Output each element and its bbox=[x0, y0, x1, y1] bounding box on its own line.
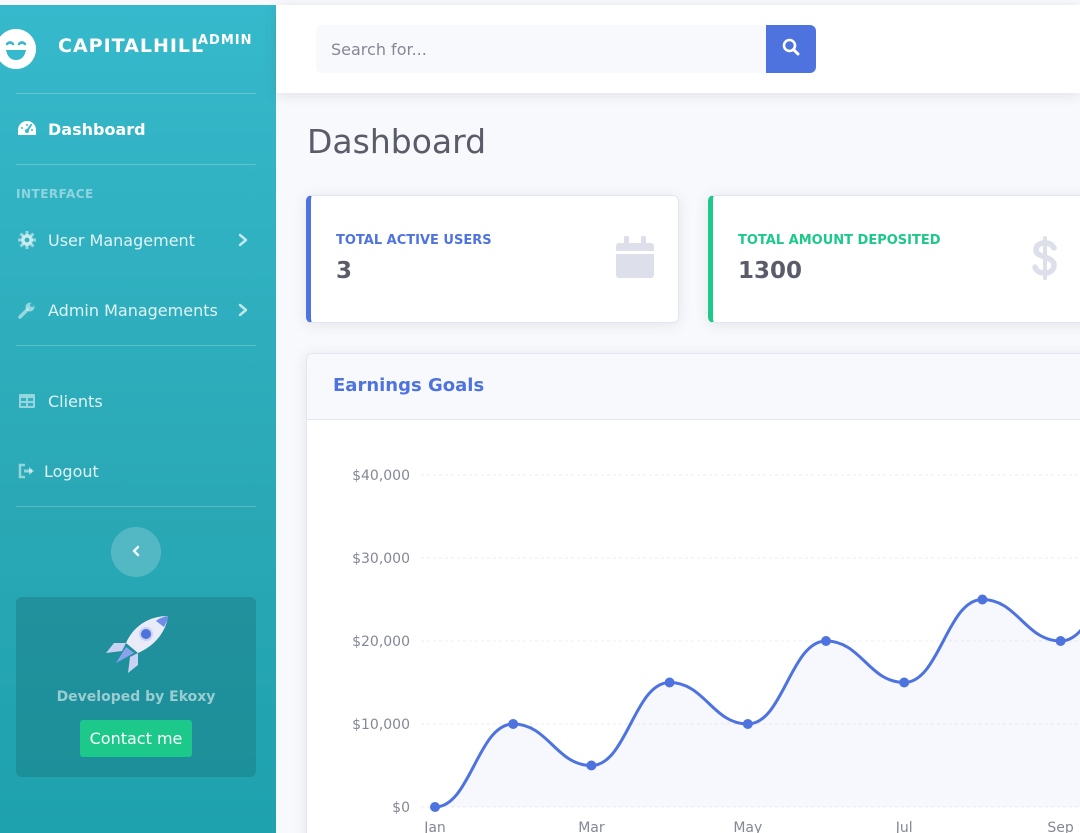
sidebar-item-label: User Management bbox=[48, 230, 195, 250]
sidebar-item-clients[interactable]: Clients bbox=[0, 381, 276, 421]
sidebar-item-label: Dashboard bbox=[48, 119, 146, 139]
wrench-icon bbox=[16, 300, 38, 320]
sidebar-item-label: Logout bbox=[44, 461, 99, 481]
sidebar-item-logout[interactable]: Logout bbox=[0, 451, 276, 491]
sidebar-divider bbox=[16, 164, 256, 165]
page-title: Dashboard bbox=[307, 122, 487, 161]
sidebar-item-label: Admin Managements bbox=[48, 300, 218, 320]
chart-point bbox=[821, 636, 831, 646]
sidebar-item-user-management[interactable]: User Management bbox=[0, 220, 276, 260]
chart-point bbox=[508, 719, 519, 729]
sidebar-item-dashboard[interactable]: Dashboard bbox=[0, 109, 276, 149]
sidebar: CAPITALHILL ADMIN Dashboard INTERFACE Us… bbox=[0, 5, 276, 833]
contact-me-button[interactable]: Contact me bbox=[80, 720, 192, 757]
cog-icon bbox=[16, 230, 38, 250]
chart-point bbox=[977, 594, 988, 605]
search-input[interactable] bbox=[316, 25, 766, 73]
dollar-icon bbox=[1031, 236, 1059, 284]
chart-y-tick-label: $0 bbox=[392, 800, 410, 816]
chart-point bbox=[742, 719, 753, 729]
chart-point bbox=[899, 677, 910, 688]
laugh-wink-icon bbox=[0, 29, 36, 69]
sidebar-heading-interface: INTERFACE bbox=[16, 187, 94, 201]
chart-x-tick-label: May bbox=[733, 820, 762, 833]
chart-y-tick-label: $40,000 bbox=[352, 468, 410, 484]
earnings-chart-card: Earnings Goals $0 $10,000 $20,000 $30,000 $4… bbox=[306, 353, 1080, 833]
promo-card: Developed by Ekoxy Contact me bbox=[16, 597, 256, 777]
earnings-line-chart: $0 $10,000 $20,000 $30,000 $40,000 Jan Mar May J… bbox=[352, 468, 1080, 833]
stat-value: 1300 bbox=[738, 258, 803, 284]
sidebar-item-label: Clients bbox=[48, 391, 103, 411]
chevron-right-icon bbox=[238, 230, 252, 250]
table-icon bbox=[16, 391, 38, 411]
brand-name: CAPITALHILL bbox=[58, 35, 205, 57]
calendar-icon bbox=[616, 236, 654, 282]
brand-sup: ADMIN bbox=[198, 33, 253, 48]
stat-card-active-users: TOTAL ACTIVE USERS 3 bbox=[306, 195, 679, 323]
chart-point bbox=[1055, 636, 1066, 646]
sign-out-icon bbox=[16, 461, 38, 481]
chart-title: Earnings Goals bbox=[333, 375, 485, 396]
sidebar-divider bbox=[16, 93, 256, 94]
chart-x-tick-label: Jan bbox=[423, 820, 446, 833]
stat-card-amount-deposited: TOTAL AMOUNT DEPOSITED 1300 bbox=[708, 195, 1080, 323]
stat-label: TOTAL ACTIVE USERS bbox=[336, 233, 492, 248]
chart-y-tick-label: $30,000 bbox=[352, 551, 410, 567]
chart-x-tick-label: Jul bbox=[895, 820, 913, 833]
search-icon bbox=[782, 38, 800, 60]
chart-header: Earnings Goals bbox=[307, 354, 1080, 420]
topbar bbox=[276, 5, 1080, 93]
rocket-icon bbox=[102, 613, 172, 681]
promo-text: Developed by Ekoxy bbox=[56, 689, 216, 705]
sidebar-toggle-button[interactable] bbox=[111, 527, 161, 577]
search-button[interactable] bbox=[766, 25, 816, 73]
brand[interactable]: CAPITALHILL ADMIN bbox=[0, 5, 276, 93]
sidebar-item-admin-managements[interactable]: Admin Managements bbox=[0, 290, 276, 330]
chart-y-tick-label: $20,000 bbox=[352, 634, 410, 650]
chevron-left-icon bbox=[131, 543, 141, 562]
chart-y-tick-label: $10,000 bbox=[352, 717, 410, 733]
chart-point bbox=[664, 677, 675, 688]
stat-label: TOTAL AMOUNT DEPOSITED bbox=[738, 233, 941, 248]
chart-point bbox=[430, 802, 440, 812]
stat-value: 3 bbox=[336, 258, 353, 284]
chart-point bbox=[586, 760, 597, 771]
tachometer-icon bbox=[16, 119, 38, 139]
chevron-right-icon bbox=[238, 300, 252, 320]
chart-x-tick-label: Sep bbox=[1047, 820, 1074, 833]
chart-x-tick-label: Mar bbox=[578, 820, 605, 833]
sidebar-divider bbox=[16, 345, 256, 346]
search-group bbox=[316, 25, 766, 73]
sidebar-divider bbox=[16, 506, 256, 507]
